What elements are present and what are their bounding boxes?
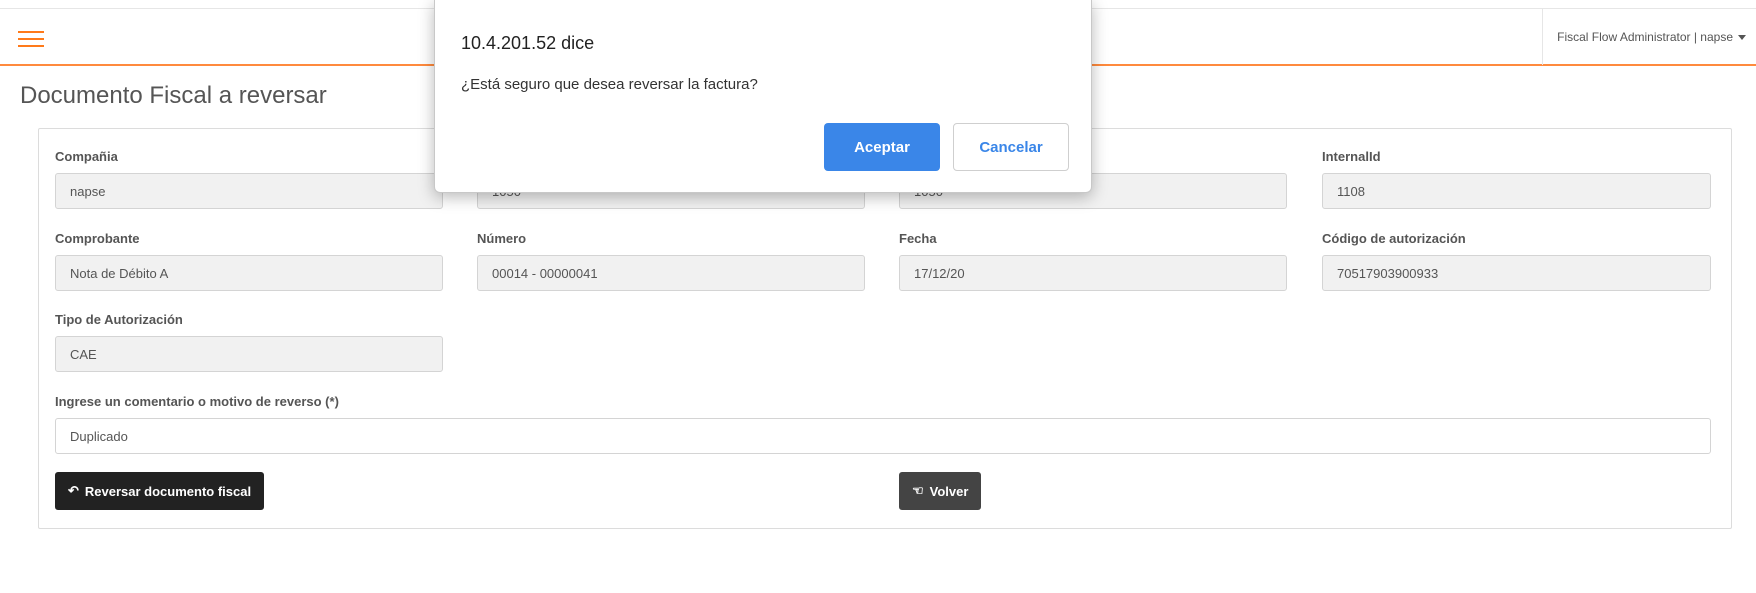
cancel-button[interactable]: Cancelar <box>953 123 1069 171</box>
codigo-autorizacion-label: Código de autorización <box>1322 231 1466 246</box>
comentario-label: Ingrese un comentario o motivo de revers… <box>55 394 339 409</box>
user-menu-label: Fiscal Flow Administrator | napse <box>1557 30 1733 44</box>
compania-field[interactable]: napse <box>55 173 443 209</box>
reply-arrow-icon: ↶ <box>68 483 79 498</box>
comprobante-label: Comprobante <box>55 231 140 246</box>
numero-label: Número <box>477 231 527 246</box>
comprobante-field[interactable]: Nota de Débito A <box>55 255 443 291</box>
accept-button[interactable]: Aceptar <box>824 123 940 171</box>
numero-field[interactable]: 00014 - 00000041 <box>477 255 865 291</box>
dialog-message: ¿Está seguro que desea reversar la factu… <box>461 76 758 93</box>
tipo-autorizacion-field[interactable]: CAE <box>55 336 443 372</box>
user-menu[interactable]: Fiscal Flow Administrator | napse <box>1542 9 1756 65</box>
confirm-dialog: 10.4.201.52 dice ¿Está seguro que desea … <box>434 0 1092 193</box>
internal-id-label: InternalId <box>1322 149 1381 164</box>
reverse-document-button[interactable]: ↶ Reversar documento fiscal <box>55 472 265 510</box>
fecha-field[interactable]: 17/12/20 <box>899 255 1287 291</box>
comentario-input[interactable]: Duplicado <box>55 418 1711 454</box>
hand-point-left-icon: ☜ <box>912 483 924 498</box>
dialog-title: 10.4.201.52 dice <box>461 33 595 53</box>
reverse-document-label: Reversar documento fiscal <box>84 483 252 499</box>
hamburger-menu-icon[interactable] <box>18 29 44 49</box>
codigo-autorizacion-field[interactable]: 70517903900933 <box>1322 255 1711 291</box>
tipo-autorizacion-label: Tipo de Autorización <box>55 312 183 327</box>
compania-label: Compañia <box>55 149 118 164</box>
internal-id-field[interactable]: 1108 <box>1322 173 1711 209</box>
back-button[interactable]: ☜ Volver <box>899 472 982 510</box>
caret-down-icon <box>1738 34 1746 40</box>
fecha-label: Fecha <box>899 231 937 246</box>
back-button-label: Volver <box>929 483 969 499</box>
page-title: Documento Fiscal a reversar <box>20 82 327 109</box>
